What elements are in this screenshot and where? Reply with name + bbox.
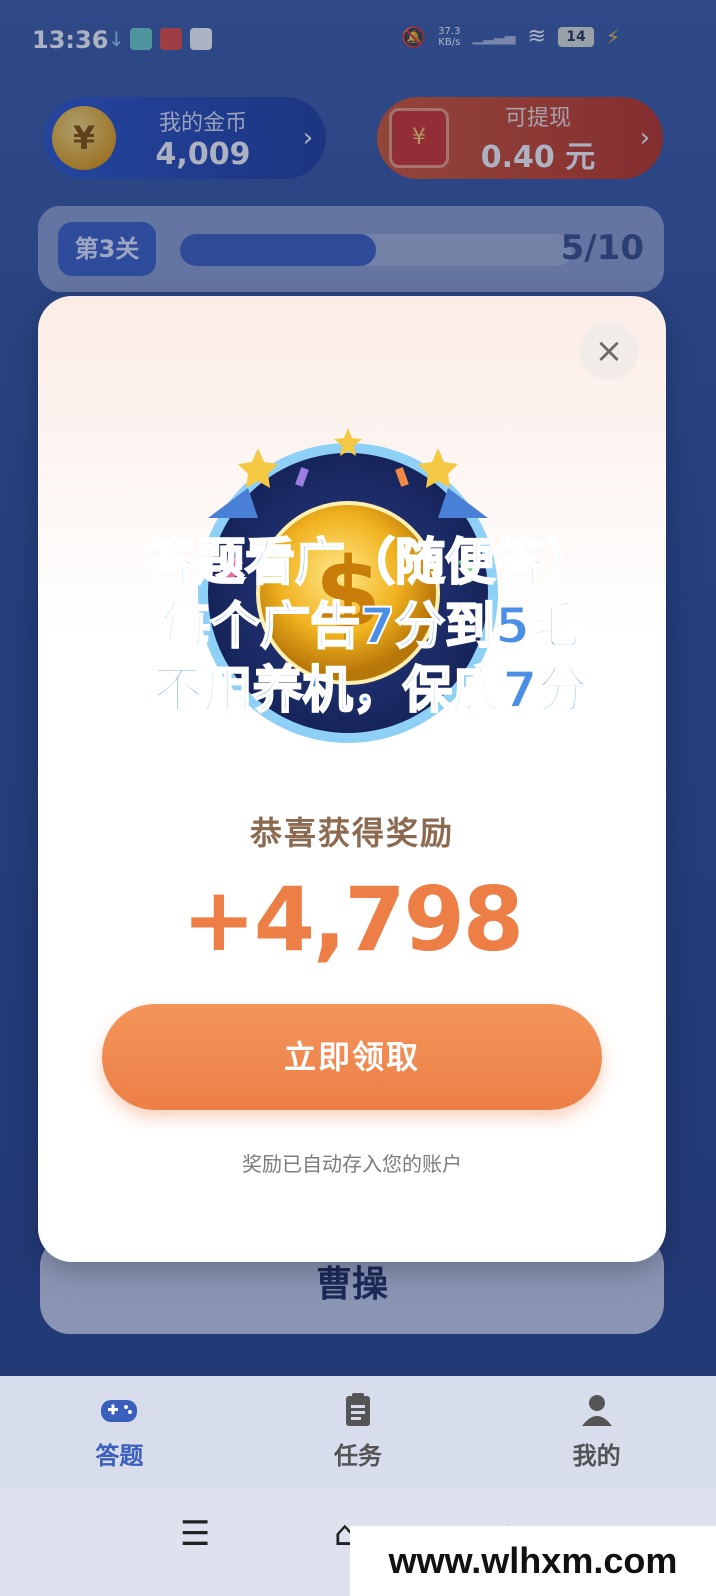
reward-amount: +4,798 (181, 868, 524, 971)
bottom-tab-bar: 答题 任务 我的 (0, 1376, 716, 1488)
caption-line-2: 每个广告7分到5毛 (159, 596, 581, 656)
caption-overlay: 答题看广（随便答） 每个广告7分到5毛 不用养机，保底7分 (60, 530, 680, 722)
user-icon (581, 1395, 612, 1426)
claim-now-button[interactable]: 立即领取 (102, 1004, 602, 1110)
reward-modal: × $ 恭喜获得奖励 +4,798 立即领取 奖励已自动存入您的账户 (38, 296, 666, 1262)
gamepad-icon (101, 1400, 138, 1422)
watermark: www.wlhxm.com (350, 1526, 716, 1596)
caption-line-3: 不用养机，保底7分 (152, 660, 589, 720)
congrats-title: 恭喜获得奖励 (249, 814, 454, 852)
tab-profile-label: 我的 (572, 1442, 621, 1470)
caption-line-1: 答题看广（随便答） (144, 532, 596, 592)
clipboard-icon (346, 1393, 370, 1426)
tab-tasks[interactable]: 任务 (239, 1376, 478, 1488)
tab-answer-label: 答题 (95, 1442, 144, 1470)
auto-saved-note: 奖励已自动存入您的账户 (242, 1152, 462, 1176)
tab-answer[interactable]: 答题 (0, 1376, 239, 1488)
menu-icon[interactable]: ☰ (180, 1514, 210, 1554)
tab-tasks-label: 任务 (334, 1442, 382, 1470)
tab-profile[interactable]: 我的 (477, 1376, 716, 1488)
close-button[interactable]: × (580, 322, 638, 380)
